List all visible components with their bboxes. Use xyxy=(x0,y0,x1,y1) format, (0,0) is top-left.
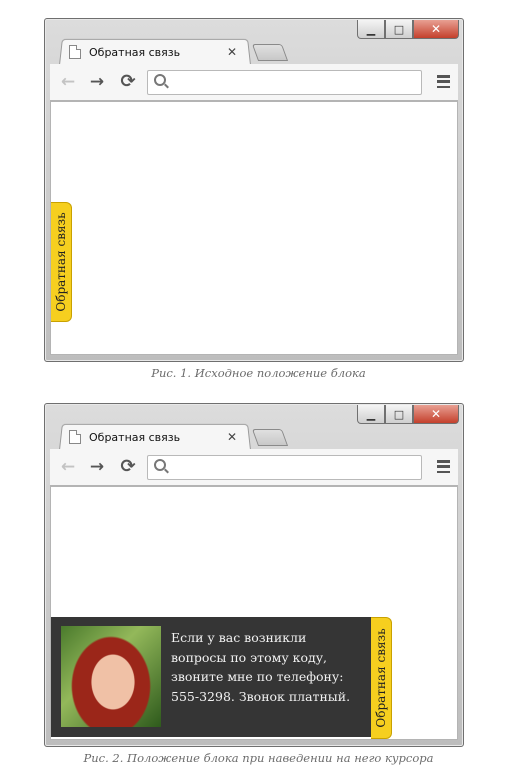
minimize-button[interactable]: ▁ xyxy=(357,405,385,424)
tab-title: Обратная связь xyxy=(89,430,181,444)
minimize-button[interactable]: ▁ xyxy=(357,20,385,39)
page-viewport: Если у вас возникли вопросы по этому код… xyxy=(50,486,458,740)
figure-caption: Рис. 2. Положение блока при наведении на… xyxy=(83,751,434,765)
document-icon xyxy=(69,45,81,59)
title-bar: ▁ □ ✕ Обратная связь ✕ xyxy=(45,19,463,65)
figure-caption: Рис. 1. Исходное положение блока xyxy=(151,366,366,380)
feedback-message: Если у вас возникли вопросы по этому код… xyxy=(171,630,351,704)
feedback-tab-label: Обратная связь xyxy=(54,212,68,312)
browser-window: ▁ □ ✕ Обратная связь ✕ ← → ⟳ Обратная св… xyxy=(44,18,464,362)
feedback-tab-label: Обратная связь xyxy=(374,628,388,728)
back-arrow-icon[interactable]: ← xyxy=(58,457,78,477)
document-icon xyxy=(69,430,81,444)
toolbar: ← → ⟳ xyxy=(50,64,458,101)
forward-arrow-icon[interactable]: → xyxy=(87,457,107,477)
reload-icon[interactable]: ⟳ xyxy=(118,72,138,92)
window-controls: ▁ □ ✕ xyxy=(357,20,459,39)
new-tab-button[interactable] xyxy=(251,429,289,446)
maximize-button[interactable]: □ xyxy=(385,20,413,39)
address-bar[interactable] xyxy=(147,455,422,480)
hamburger-menu-icon[interactable] xyxy=(437,460,450,473)
browser-window: ▁ □ ✕ Обратная связь ✕ ← → ⟳ Если у вас … xyxy=(44,403,464,747)
title-bar: ▁ □ ✕ Обратная связь ✕ xyxy=(45,404,463,450)
address-bar[interactable] xyxy=(147,70,422,95)
back-arrow-icon[interactable]: ← xyxy=(58,72,78,92)
maximize-button[interactable]: □ xyxy=(385,405,413,424)
tab-title: Обратная связь xyxy=(89,45,181,59)
feedback-tab[interactable]: Обратная связь xyxy=(51,202,72,322)
figure-2: ▁ □ ✕ Обратная связь ✕ ← → ⟳ Если у вас … xyxy=(0,388,517,776)
forward-arrow-icon[interactable]: → xyxy=(87,72,107,92)
tab-close-icon[interactable]: ✕ xyxy=(227,430,237,444)
page-viewport: Обратная связь xyxy=(50,101,458,355)
search-icon xyxy=(154,74,166,86)
toolbar: ← → ⟳ xyxy=(50,449,458,486)
browser-tab[interactable]: Обратная связь ✕ xyxy=(59,424,249,450)
tab-close-icon[interactable]: ✕ xyxy=(227,45,237,59)
browser-tab[interactable]: Обратная связь ✕ xyxy=(59,39,249,65)
feedback-panel: Если у вас возникли вопросы по этому код… xyxy=(51,617,371,737)
figure-1: ▁ □ ✕ Обратная связь ✕ ← → ⟳ Обратная св… xyxy=(0,0,517,390)
search-icon xyxy=(154,459,166,471)
close-window-button[interactable]: ✕ xyxy=(413,20,459,39)
close-window-button[interactable]: ✕ xyxy=(413,405,459,424)
window-controls: ▁ □ ✕ xyxy=(357,405,459,424)
new-tab-button[interactable] xyxy=(251,44,289,61)
hamburger-menu-icon[interactable] xyxy=(437,75,450,88)
reload-icon[interactable]: ⟳ xyxy=(118,457,138,477)
contact-photo xyxy=(61,626,161,727)
feedback-tab[interactable]: Обратная связь xyxy=(371,617,392,739)
